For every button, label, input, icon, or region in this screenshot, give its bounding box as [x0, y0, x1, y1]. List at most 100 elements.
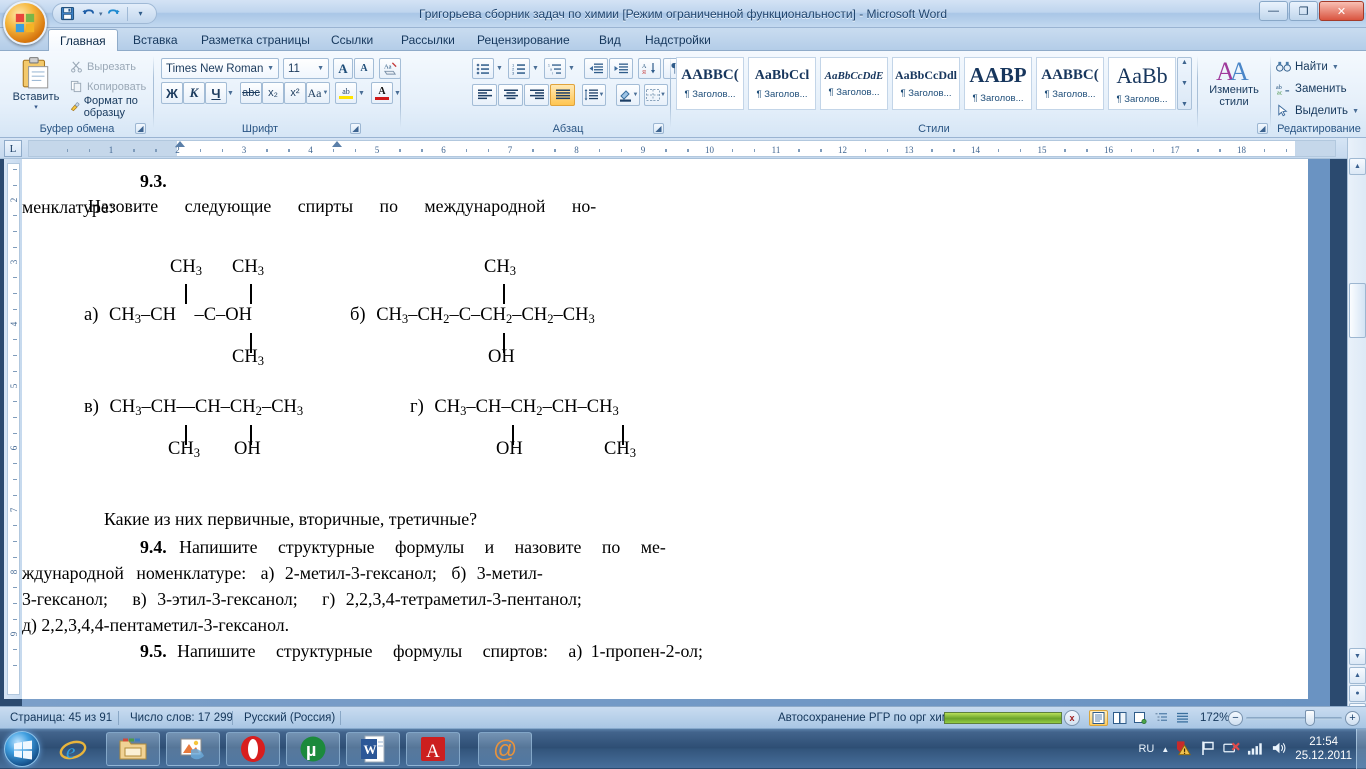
bullets-dropdown-arrow[interactable]: ▼: [494, 58, 505, 79]
taskbar-picture-manager[interactable]: [166, 732, 220, 766]
more-styles-icon[interactable]: ▼: [1181, 101, 1188, 108]
clear-formatting-button[interactable]: Aa: [379, 58, 401, 79]
decrease-indent-button[interactable]: [584, 58, 608, 79]
vertical-ruler[interactable]: 23456789: [4, 159, 22, 699]
vertical-scrollbar[interactable]: ▲ ▼ ▲ ● ▼: [1347, 138, 1366, 723]
ruler-track[interactable]: 123456789101112131415161718: [28, 140, 1336, 157]
maximize-button[interactable]: ❐: [1289, 1, 1318, 21]
quick-access-toolbar[interactable]: ▾ ▾: [52, 3, 157, 24]
show-hidden-icons-button[interactable]: ▲: [1161, 745, 1169, 754]
font-size-combo[interactable]: 11 ▼: [283, 58, 329, 79]
tab-view[interactable]: Вид: [588, 29, 632, 51]
taskbar-opera[interactable]: [226, 732, 280, 766]
antivirus-warning-icon[interactable]: [1176, 740, 1193, 759]
volume-icon[interactable]: [1271, 740, 1288, 759]
taskbar-utorrent[interactable]: µ: [286, 732, 340, 766]
paste-button[interactable]: Вставить ▾: [10, 56, 62, 118]
taskbar-adobe-reader[interactable]: A: [406, 732, 460, 766]
styles-dialog-launcher[interactable]: ◢: [1257, 123, 1268, 134]
replace-button[interactable]: ab ac Заменить: [1276, 78, 1347, 100]
font-color-dropdown-arrow[interactable]: ▼: [392, 82, 403, 104]
paste-dropdown-arrow[interactable]: ▾: [34, 103, 38, 111]
underline-button[interactable]: Ч: [205, 82, 227, 104]
web-layout-button[interactable]: [1131, 710, 1150, 726]
horizontal-ruler[interactable]: L 123456789101112131415161718: [0, 138, 1366, 159]
numbering-dropdown-arrow[interactable]: ▼: [530, 58, 541, 79]
clipboard-dialog-launcher[interactable]: ◢: [135, 123, 146, 134]
window-controls[interactable]: — ❐ ✕: [1259, 1, 1364, 21]
shading-button[interactable]: ▼: [616, 84, 640, 106]
zoom-in-button[interactable]: +: [1345, 711, 1360, 726]
minimize-button[interactable]: —: [1259, 1, 1288, 21]
tab-references[interactable]: Ссылки: [320, 29, 384, 51]
scroll-up-button[interactable]: ▲: [1349, 158, 1366, 175]
italic-button[interactable]: К: [183, 82, 205, 104]
outline-view-button[interactable]: [1152, 710, 1171, 726]
select-dropdown-arrow[interactable]: ▼: [1352, 108, 1359, 115]
multilevel-list-button[interactable]: 1 a i: [544, 58, 566, 79]
multilevel-dropdown-arrow[interactable]: ▼: [566, 58, 577, 79]
autosave-cancel-button[interactable]: x: [1064, 710, 1080, 726]
taskbar-clock[interactable]: 21:54 25.12.2011: [1295, 735, 1352, 763]
align-center-button[interactable]: [498, 84, 523, 106]
tab-page-layout[interactable]: Разметка страницы: [190, 29, 321, 51]
style-item-1[interactable]: AaBbCcl ¶ Заголов...: [748, 57, 816, 110]
align-right-button[interactable]: [524, 84, 549, 106]
highlight-dropdown-arrow[interactable]: ▼: [356, 82, 367, 104]
redo-icon[interactable]: [104, 5, 124, 23]
strikethrough-button[interactable]: abc: [240, 82, 262, 104]
zoom-slider-handle[interactable]: [1305, 710, 1315, 726]
style-item-0[interactable]: AABBC( ¶ Заголов...: [676, 57, 744, 110]
taskbar-internet-explorer[interactable]: e: [46, 732, 100, 766]
zoom-slider[interactable]: [1246, 717, 1342, 720]
office-button[interactable]: [3, 1, 47, 45]
numbering-button[interactable]: 1 2 3: [508, 58, 530, 79]
bold-button[interactable]: Ж: [161, 82, 183, 104]
document-area[interactable]: 9.3. Назовите следующие спирты по междун…: [22, 159, 1330, 706]
start-button[interactable]: [4, 731, 40, 767]
hanging-indent-marker[interactable]: [332, 141, 342, 147]
subscript-button[interactable]: x₂: [262, 82, 284, 104]
align-justify-button[interactable]: [550, 84, 575, 106]
grow-font-button[interactable]: A: [333, 58, 353, 79]
draft-view-button[interactable]: [1173, 710, 1192, 726]
bullets-button[interactable]: [472, 58, 494, 79]
text-highlight-button[interactable]: ab: [335, 82, 357, 104]
superscript-button[interactable]: x²: [284, 82, 306, 104]
line-spacing-button[interactable]: ▼: [582, 84, 606, 106]
taskbar-windows-explorer[interactable]: [106, 732, 160, 766]
styles-gallery-scrollbar[interactable]: ▲ ▼ ▼: [1177, 57, 1192, 110]
change-styles-button[interactable]: A A Изменить стили: [1204, 56, 1264, 108]
select-button[interactable]: Выделить ▼: [1276, 100, 1359, 122]
scroll-down-button[interactable]: ▼: [1349, 648, 1366, 665]
style-item-4[interactable]: AABP ¶ Заголов...: [964, 57, 1032, 110]
scroll-down-icon[interactable]: ▼: [1181, 80, 1188, 87]
style-item-6[interactable]: AaBb ¶ Заголов...: [1108, 57, 1176, 110]
tray-language[interactable]: RU: [1138, 743, 1154, 755]
save-icon[interactable]: [57, 5, 77, 23]
paragraph-dialog-launcher[interactable]: ◢: [653, 123, 664, 134]
vertical-scroll-thumb[interactable]: [1349, 283, 1366, 338]
page-status[interactable]: Страница: 45 из 91: [2, 707, 120, 729]
customize-icon[interactable]: ▾: [131, 5, 151, 23]
language-status[interactable]: Русский (Россия): [236, 707, 343, 729]
ribbon-tab-bar[interactable]: Главная Вставка Разметка страницы Ссылки…: [0, 28, 1366, 51]
style-item-5[interactable]: AABBC( ¶ Заголов...: [1036, 57, 1104, 110]
tab-mailings[interactable]: Рассылки: [390, 29, 466, 51]
align-left-button[interactable]: [472, 84, 497, 106]
style-item-3[interactable]: AaBbCcDdl ¶ Заголов...: [892, 57, 960, 110]
increase-indent-button[interactable]: [609, 58, 633, 79]
scroll-up-icon[interactable]: ▲: [1181, 59, 1188, 66]
tab-review[interactable]: Рецензирование: [466, 29, 581, 51]
select-browse-object-button[interactable]: ●: [1349, 685, 1366, 702]
tab-insert[interactable]: Вставка: [122, 29, 189, 51]
sort-button[interactable]: A Я: [638, 58, 661, 79]
style-item-2[interactable]: AaBbCcDdE ¶ Заголов...: [820, 57, 888, 110]
tab-home[interactable]: Главная: [48, 29, 118, 51]
taskbar-word[interactable]: W: [346, 732, 400, 766]
copy-button[interactable]: Копировать: [70, 78, 146, 95]
find-button[interactable]: Найти ▼: [1276, 56, 1339, 78]
underline-dropdown-arrow[interactable]: ▼: [225, 82, 236, 104]
zoom-out-button[interactable]: −: [1228, 711, 1243, 726]
tab-stop-selector[interactable]: L: [4, 140, 22, 157]
